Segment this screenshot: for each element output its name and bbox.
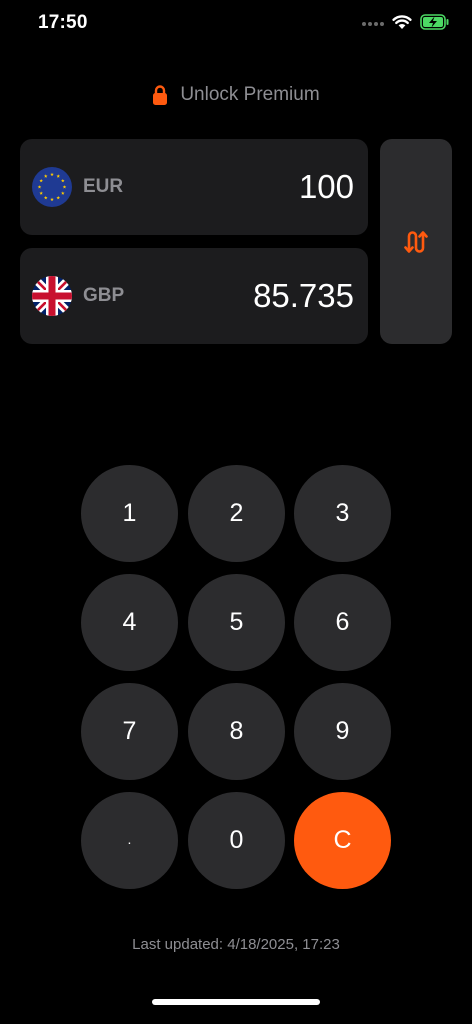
wifi-icon (392, 15, 412, 29)
home-indicator[interactable] (152, 999, 320, 1005)
key-5[interactable]: 5 (188, 574, 285, 671)
key-1[interactable]: 1 (81, 465, 178, 562)
status-time: 17:50 (38, 12, 88, 33)
last-updated-text: Last updated: 4/18/2025, 17:23 (132, 936, 340, 953)
eu-flag-icon (32, 167, 72, 207)
key-4[interactable]: 4 (81, 574, 178, 671)
from-currency-card[interactable]: EUR 100 (20, 139, 368, 235)
uk-flag-icon (32, 276, 72, 316)
status-icons (362, 14, 450, 30)
to-currency-amount: 85.735 (253, 277, 354, 314)
swap-currencies-button[interactable] (380, 139, 452, 344)
key-clear[interactable]: C (294, 792, 391, 889)
battery-charging-icon (420, 14, 449, 30)
key-0[interactable]: 0 (188, 792, 285, 889)
to-currency-card[interactable]: GBP 85.735 (20, 248, 368, 344)
to-currency-code: GBP (83, 285, 125, 306)
swap-arrows-icon (404, 230, 428, 253)
key-2[interactable]: 2 (188, 465, 285, 562)
from-currency-amount: 100 (298, 168, 354, 205)
key-7[interactable]: 7 (81, 683, 178, 780)
key-decimal[interactable]: . (81, 792, 178, 889)
from-currency-code: EUR (83, 176, 124, 197)
unlock-premium-button[interactable]: Unlock Premium (0, 84, 472, 106)
key-6[interactable]: 6 (294, 574, 391, 671)
unlock-premium-label: Unlock Premium (180, 84, 320, 105)
lock-icon (153, 85, 168, 105)
cellular-dots-icon (362, 22, 384, 26)
key-8[interactable]: 8 (188, 683, 285, 780)
key-3[interactable]: 3 (294, 465, 391, 562)
key-9[interactable]: 9 (294, 683, 391, 780)
